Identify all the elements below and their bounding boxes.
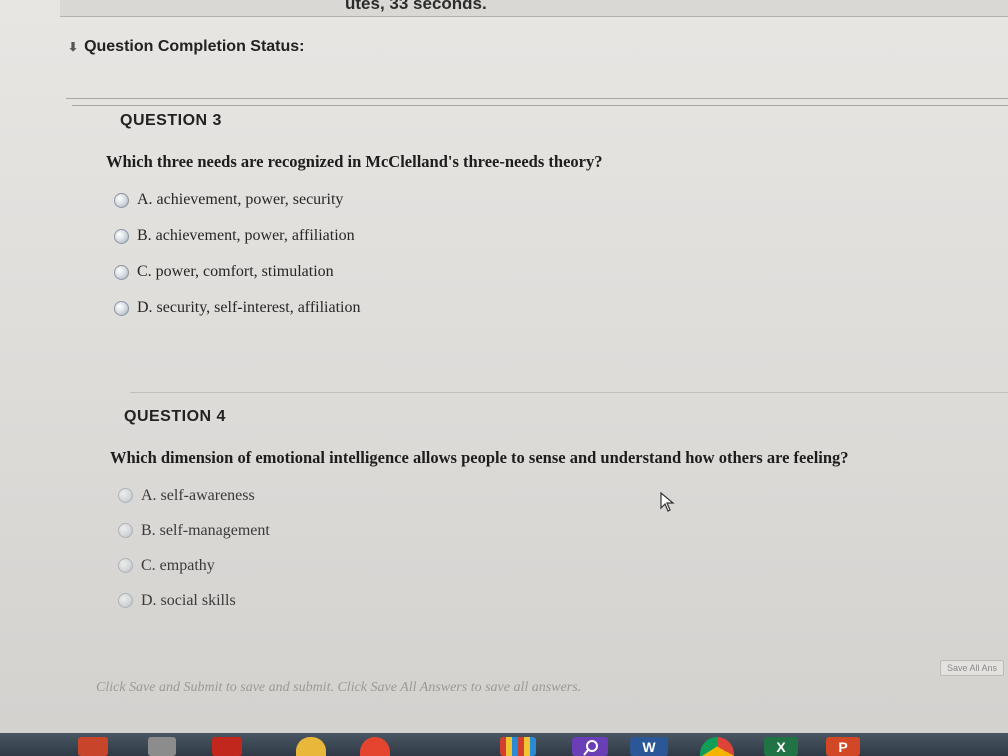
word-label: W — [642, 738, 656, 755]
question-heading: QUESTION 4 — [124, 408, 226, 425]
screen: utes, 33 seconds. ⬇ Question Completion … — [0, 0, 1008, 756]
powerpoint-label: P — [838, 738, 848, 755]
search-taskbar-icon[interactable] — [572, 737, 608, 756]
acrobat-taskbar-icon[interactable] — [212, 737, 242, 756]
radio-button[interactable] — [114, 300, 129, 316]
answer-option-c[interactable]: C. empathy — [118, 548, 990, 583]
option-label: B. self-management — [141, 521, 270, 539]
answer-option-d[interactable]: D. social skills — [118, 583, 990, 618]
option-label: C. power, comfort, stimulation — [137, 263, 334, 280]
app-taskbar-icon[interactable] — [148, 737, 176, 756]
opera-taskbar-icon[interactable] — [360, 737, 390, 756]
option-label: A. achievement, power, security — [137, 191, 344, 208]
question-4: QUESTION 4 Which dimension of emotional … — [110, 408, 990, 618]
answer-option-a[interactable]: A. achievement, power, security — [114, 182, 986, 218]
chrome-taskbar-icon[interactable] — [700, 737, 734, 756]
answer-option-b[interactable]: B. achievement, power, affiliation — [114, 218, 986, 254]
save-all-answers-button[interactable]: Save All Ans — [940, 660, 1005, 676]
chevron-down-icon[interactable]: ⬇ — [68, 40, 78, 54]
option-label: A. self-awareness — [141, 486, 255, 504]
timer-bar: utes, 33 seconds. — [60, 0, 1008, 17]
store-taskbar-icon[interactable] — [500, 737, 536, 756]
submit-instructions: Click Save and Submit to save and submit… — [96, 680, 582, 695]
answer-options: A. self-awareness B. self-management C. … — [118, 478, 990, 618]
radio-button[interactable] — [118, 488, 133, 503]
radio-button[interactable] — [118, 593, 133, 608]
answer-option-c[interactable]: C. power, comfort, stimulation — [114, 254, 986, 290]
completion-status-label: Question Completion Status: — [84, 38, 305, 55]
question-completion-status[interactable]: ⬇ Question Completion Status: — [68, 38, 305, 56]
search-icon — [583, 740, 598, 756]
excel-label: X — [776, 738, 786, 755]
question-text: Which dimension of emotional intelligenc… — [110, 448, 849, 467]
radio-button[interactable] — [114, 264, 129, 280]
question-heading: QUESTION 3 — [120, 112, 222, 129]
divider — [66, 98, 1008, 99]
answer-option-d[interactable]: D. security, self-interest, affiliation — [114, 290, 986, 326]
answer-option-a[interactable]: A. self-awareness — [118, 478, 990, 513]
radio-button[interactable] — [118, 523, 133, 538]
option-label: C. empathy — [141, 556, 215, 574]
mouse-cursor-icon — [660, 491, 676, 517]
option-label: B. achievement, power, affiliation — [137, 227, 355, 244]
taskbar: W X P — [0, 733, 1008, 756]
divider — [130, 392, 1008, 393]
question-text: Which three needs are recognized in McCl… — [106, 152, 603, 171]
powerpoint-taskbar-icon[interactable]: P — [826, 737, 860, 756]
divider — [72, 105, 1008, 106]
word-taskbar-icon[interactable]: W — [630, 737, 668, 756]
timer-text: utes, 33 seconds. — [345, 0, 487, 13]
excel-taskbar-icon[interactable]: X — [764, 737, 798, 756]
folder-taskbar-icon[interactable] — [296, 737, 326, 756]
radio-button[interactable] — [118, 558, 133, 573]
radio-button[interactable] — [114, 192, 129, 208]
radio-button[interactable] — [114, 228, 129, 244]
chrome-taskbar-icon[interactable] — [78, 737, 108, 756]
answer-options: A. achievement, power, security B. achie… — [114, 182, 986, 326]
option-label: D. security, self-interest, affiliation — [137, 299, 361, 316]
answer-option-b[interactable]: B. self-management — [118, 513, 990, 548]
option-label: D. social skills — [141, 591, 236, 609]
question-3: QUESTION 3 Which three needs are recogni… — [106, 112, 986, 326]
